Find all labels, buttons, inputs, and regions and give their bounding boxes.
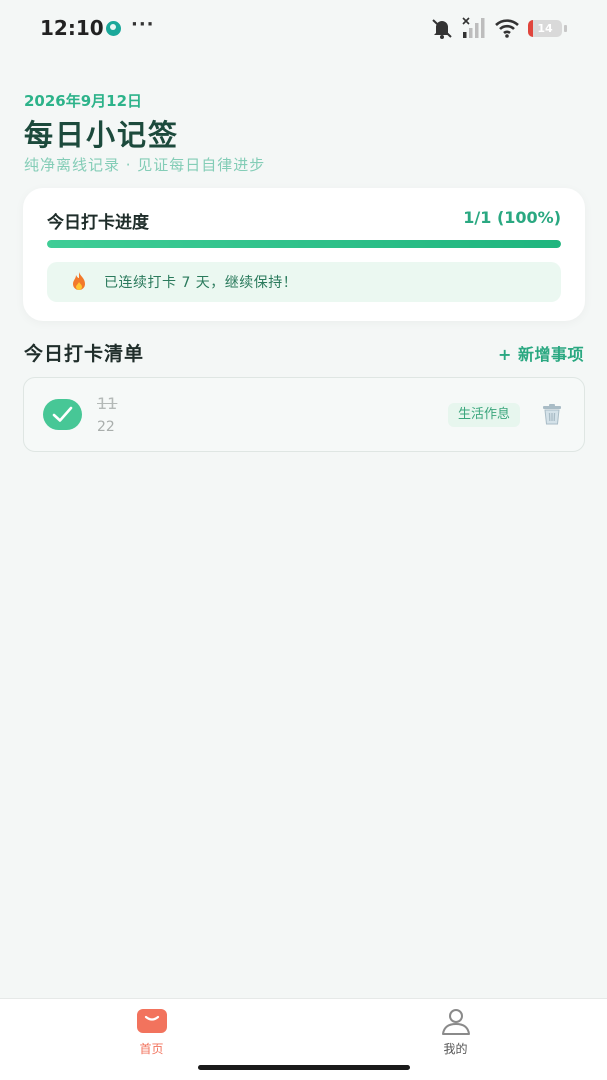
trash-icon[interactable] bbox=[540, 402, 564, 426]
page-subtitle: 纯净离线记录 · 见证每日自律进步 bbox=[24, 156, 266, 174]
status-time: 12:10 bbox=[40, 16, 104, 40]
checklist-title: 今日打卡清单 bbox=[24, 343, 145, 365]
user-icon bbox=[441, 1009, 470, 1035]
task-note: 22 bbox=[97, 419, 115, 435]
battery-level: 14 bbox=[537, 21, 553, 35]
tab-mine-label: 我的 bbox=[443, 1042, 468, 1056]
progress-title: 今日打卡进度 bbox=[47, 213, 149, 233]
wifi-icon bbox=[495, 19, 519, 38]
check-icon bbox=[52, 406, 73, 422]
streak-banner: 已连续打卡 7 天，继续保持！ bbox=[47, 262, 561, 302]
status-bar: 12:10 ··· 14 bbox=[0, 0, 607, 56]
task-checkbox[interactable] bbox=[43, 399, 82, 430]
globe-icon bbox=[106, 21, 121, 36]
header-date: 2026年9月12日 bbox=[24, 92, 143, 110]
progress-value: 1/1 (100%) bbox=[463, 208, 561, 227]
battery-cap bbox=[564, 24, 567, 32]
battery-icon: 14 bbox=[528, 19, 562, 37]
fire-icon bbox=[73, 272, 85, 290]
status-icons: 14 bbox=[430, 17, 567, 39]
task-category-tag: 生活作息 bbox=[448, 403, 521, 427]
signal-icon bbox=[462, 17, 485, 38]
task-name: 11 bbox=[97, 394, 118, 413]
more-icon: ··· bbox=[131, 14, 155, 35]
progress-card: 今日打卡进度 1/1 (100%) 已连续打卡 7 天，继续保持！ bbox=[23, 188, 585, 321]
home-tab-icon bbox=[136, 1009, 167, 1033]
page-title: 每日小记签 bbox=[24, 118, 180, 152]
list-item[interactable]: 11 22 生活作息 bbox=[23, 377, 585, 452]
home-indicator bbox=[198, 1065, 410, 1070]
tab-home-label: 首页 bbox=[139, 1042, 164, 1056]
bell-muted-icon bbox=[432, 19, 452, 39]
progress-fill bbox=[47, 240, 561, 248]
streak-text: 已连续打卡 7 天，继续保持！ bbox=[104, 275, 298, 291]
progress-bar bbox=[47, 240, 561, 248]
add-item-button[interactable]: + 新增事项 bbox=[498, 341, 584, 365]
